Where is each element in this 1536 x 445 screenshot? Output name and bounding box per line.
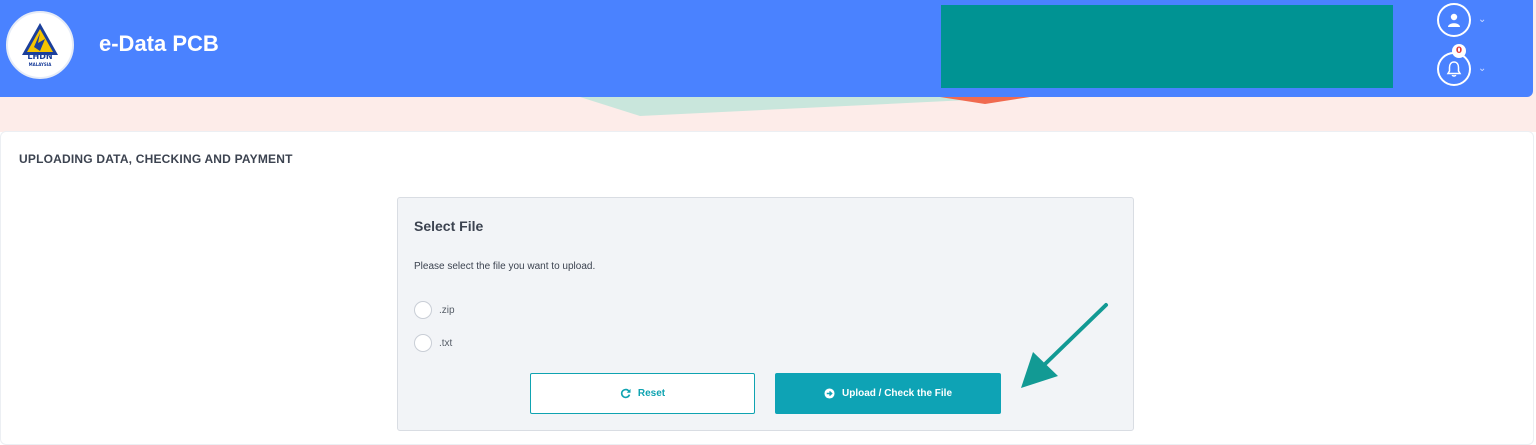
app-title: e-Data PCB	[99, 31, 219, 56]
radio-option-txt[interactable]: .txt	[414, 334, 452, 352]
reset-button-label: Reset	[637, 388, 666, 399]
lhdn-logo[interactable]: LHDN MALAYSIA	[6, 11, 74, 79]
refresh-icon	[620, 388, 631, 399]
panel-title: Select File	[414, 218, 484, 234]
user-menu-button[interactable]	[1437, 3, 1471, 37]
radio-label-txt: .txt	[439, 337, 453, 349]
chevron-down-icon[interactable]: ⌄	[1478, 14, 1486, 25]
radio-option-zip[interactable]: .zip	[414, 301, 455, 319]
radio-button[interactable]	[414, 334, 432, 352]
notification-count-badge: 0	[1452, 44, 1466, 58]
radio-button[interactable]	[414, 301, 432, 319]
arrow-circle-right-icon	[824, 388, 835, 399]
logo-text: LHDN	[27, 52, 53, 61]
radio-label-zip: .zip	[439, 304, 455, 316]
reset-button[interactable]: Reset	[530, 373, 755, 414]
notifications-button[interactable]	[1437, 52, 1471, 86]
annotation-arrow-icon	[1021, 303, 1108, 388]
logo-subtext: MALAYSIA	[28, 62, 52, 67]
panel-description: Please select the file you want to uploa…	[414, 261, 596, 272]
upload-check-file-button[interactable]: Upload / Check the File	[775, 373, 1001, 414]
upload-button-label: Upload / Check the File	[841, 388, 953, 399]
bell-icon	[1446, 61, 1462, 77]
user-icon	[1448, 13, 1460, 27]
chevron-down-icon[interactable]: ⌄	[1478, 63, 1486, 74]
page-title: UPLOADING DATA, CHECKING AND PAYMENT	[19, 152, 293, 166]
redacted-user-info	[941, 5, 1393, 88]
